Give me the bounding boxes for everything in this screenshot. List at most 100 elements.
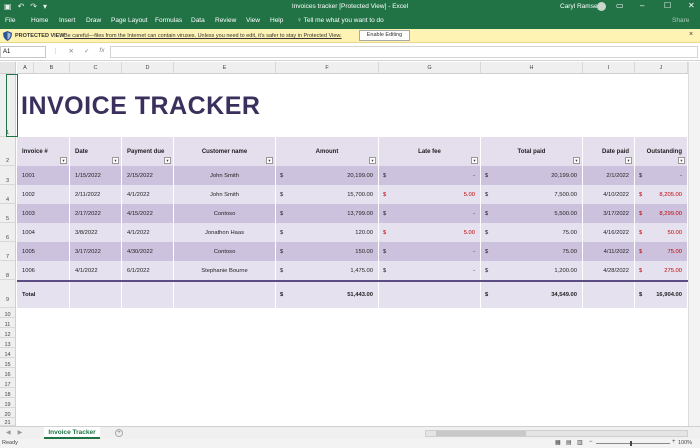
name-box[interactable]: A1 — [0, 46, 46, 58]
empty-cell[interactable] — [70, 282, 122, 308]
row-header-21[interactable]: 21 — [0, 418, 16, 426]
minimize-button[interactable]: – — [640, 1, 644, 10]
cell-amount[interactable]: $15,700.00 — [276, 185, 379, 204]
header-date-paid[interactable]: Date paid ▾ — [583, 137, 635, 166]
row-header-2[interactable]: 2 — [0, 137, 16, 166]
total-amount[interactable]: $51,443.00 — [276, 282, 379, 308]
add-sheet-icon[interactable]: + — [115, 429, 123, 437]
total-outstanding[interactable]: $16,904.00 — [635, 282, 688, 308]
tab-review[interactable]: Review — [215, 17, 236, 24]
close-icon[interactable]: × — [689, 31, 693, 38]
filter-dropdown-icon[interactable]: ▾ — [164, 157, 171, 164]
row-header-16[interactable]: 16 — [0, 368, 16, 378]
user-name[interactable]: Caryl Ramsey — [560, 3, 601, 10]
row-header-10[interactable]: 10 — [0, 308, 16, 318]
filter-dropdown-icon[interactable]: ▾ — [112, 157, 119, 164]
cell-invoice[interactable]: 1002 — [17, 185, 70, 204]
column-header-e[interactable]: E — [174, 62, 276, 74]
scroll-right-icon[interactable]: ▶ — [18, 429, 23, 436]
header-total-paid[interactable]: Total paid ▾ — [481, 137, 583, 166]
cell-customer[interactable]: Jonathon Haas — [174, 223, 276, 242]
row-header-17[interactable]: 17 — [0, 378, 16, 388]
header-payment-due[interactable]: Payment due ▾ — [122, 137, 174, 166]
enable-editing-button[interactable]: Enable Editing — [359, 30, 410, 41]
row-header-3[interactable]: 3 — [0, 166, 16, 185]
cell-total-paid[interactable]: $5,500.00 — [481, 204, 583, 223]
scroll-thumb[interactable] — [436, 431, 526, 436]
zoom-slider[interactable] — [596, 441, 670, 446]
cell-invoice[interactable]: 1003 — [17, 204, 70, 223]
cell-late-fee[interactable]: $ - — [379, 204, 481, 223]
cell-total-paid[interactable]: $75.00 — [481, 223, 583, 242]
cell-date[interactable]: 1/15/2022 — [70, 166, 122, 185]
filter-dropdown-icon[interactable]: ▾ — [678, 157, 685, 164]
zoom-knob[interactable] — [630, 441, 632, 446]
empty-cell[interactable] — [174, 282, 276, 308]
cell-outstanding[interactable]: $8,299.00 — [635, 204, 688, 223]
tab-file[interactable]: File — [5, 17, 15, 24]
share-button[interactable]: Share — [672, 17, 689, 24]
cell-total-paid[interactable]: $75.00 — [481, 242, 583, 261]
filter-dropdown-icon[interactable]: ▾ — [266, 157, 273, 164]
maximize-button[interactable]: ☐ — [664, 1, 671, 10]
row-header-11[interactable]: 11 — [0, 318, 16, 328]
row-header-7[interactable]: 7 — [0, 242, 16, 261]
cell-date-paid[interactable]: 4/11/2022 — [583, 242, 635, 261]
cell-outstanding[interactable]: $50.00 — [635, 223, 688, 242]
cell-late-fee[interactable]: $ - — [379, 261, 481, 280]
cell-payment-due[interactable]: 4/1/2022 — [122, 223, 174, 242]
tab-home[interactable]: Home — [31, 17, 48, 24]
filter-dropdown-icon[interactable]: ▾ — [369, 157, 376, 164]
vertical-scrollbar[interactable] — [688, 62, 700, 426]
row-header-12[interactable]: 12 — [0, 328, 16, 338]
header-date[interactable]: Date ▾ — [70, 137, 122, 166]
row-header-14[interactable]: 14 — [0, 348, 16, 358]
cell-date-paid[interactable]: 2/1/2022 — [583, 166, 635, 185]
enter-icon[interactable]: ✓ — [84, 47, 89, 55]
cell-outstanding[interactable]: $ - — [635, 166, 688, 185]
row-header-5[interactable]: 5 — [0, 204, 16, 223]
cell-late-fee[interactable]: $5.00 — [379, 223, 481, 242]
cell-date[interactable]: 4/1/2022 — [70, 261, 122, 280]
cancel-icon[interactable]: ✕ — [69, 47, 74, 55]
header-amount[interactable]: Amount ▾ — [276, 137, 379, 166]
filter-dropdown-icon[interactable]: ▾ — [625, 157, 632, 164]
column-header-d[interactable]: D — [122, 62, 174, 74]
cell-customer[interactable]: John Smith — [174, 166, 276, 185]
cell-invoice[interactable]: 1001 — [17, 166, 70, 185]
cell-payment-due[interactable]: 4/15/2022 — [122, 204, 174, 223]
zoom-out-icon[interactable]: − — [589, 439, 593, 445]
empty-cell[interactable] — [379, 282, 481, 308]
more-options-icon[interactable]: ⋮ — [52, 47, 59, 55]
normal-view-icon[interactable]: ▦ — [555, 439, 561, 446]
cell-customer[interactable]: Contoso — [174, 204, 276, 223]
row-header-13[interactable]: 13 — [0, 338, 16, 348]
cell-payment-due[interactable]: 4/30/2022 — [122, 242, 174, 261]
filter-dropdown-icon[interactable]: ▾ — [573, 157, 580, 164]
row-header-18[interactable]: 18 — [0, 388, 16, 398]
cell-total-paid[interactable]: $1,200.00 — [481, 261, 583, 280]
row-header-4[interactable]: 4 — [0, 185, 16, 204]
cell-date[interactable]: 2/11/2022 — [70, 185, 122, 204]
active-cell-a1[interactable] — [6, 74, 18, 137]
cell-customer[interactable]: Contoso — [174, 242, 276, 261]
column-header-c[interactable]: C — [70, 62, 122, 74]
cell-outstanding[interactable]: $8,205.00 — [635, 185, 688, 204]
close-button[interactable]: ✕ — [688, 1, 695, 10]
horizontal-scrollbar[interactable] — [425, 430, 688, 437]
row-header-20[interactable]: 20 — [0, 408, 16, 418]
tab-page-layout[interactable]: Page Layout — [111, 17, 148, 24]
header-customer-name[interactable]: Customer name ▾ — [174, 137, 276, 166]
cell-date-paid[interactable]: 4/28/2022 — [583, 261, 635, 280]
cell-date-paid[interactable]: 3/17/2022 — [583, 204, 635, 223]
filter-dropdown-icon[interactable]: ▾ — [60, 157, 67, 164]
column-header-g[interactable]: G — [379, 62, 481, 74]
row-header-6[interactable]: 6 — [0, 223, 16, 242]
total-paid[interactable]: $34,549.00 — [481, 282, 583, 308]
cell-invoice[interactable]: 1004 — [17, 223, 70, 242]
cell-late-fee[interactable]: $ - — [379, 242, 481, 261]
zoom-in-icon[interactable]: + — [672, 439, 676, 445]
avatar[interactable] — [597, 2, 606, 11]
filter-dropdown-icon[interactable]: ▾ — [471, 157, 478, 164]
tab-help[interactable]: Help — [270, 17, 283, 24]
